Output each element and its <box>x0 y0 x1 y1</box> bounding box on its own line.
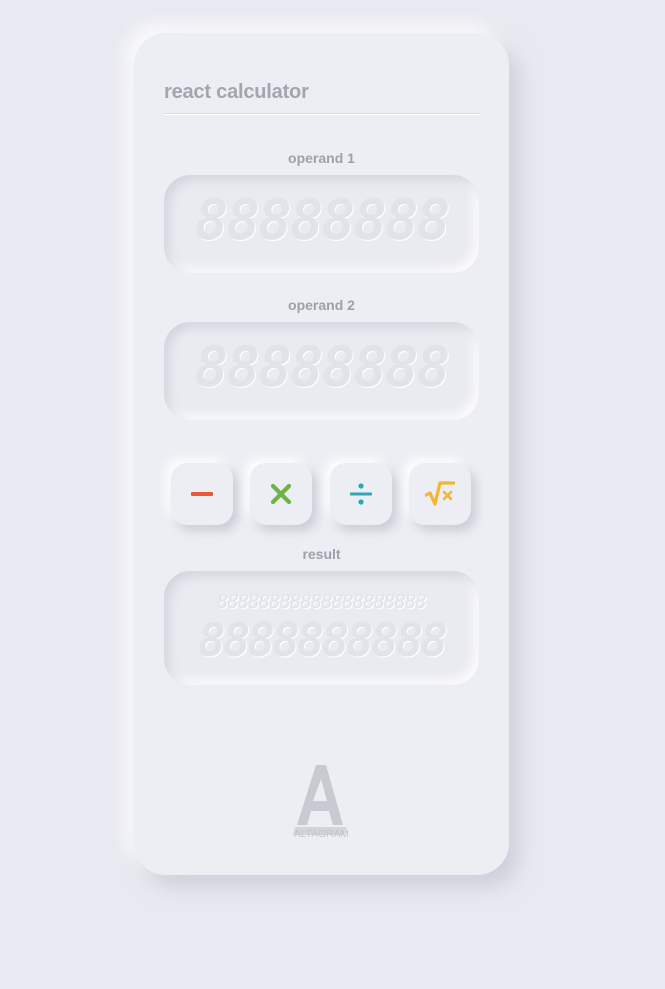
times-icon <box>270 483 292 505</box>
divide-button[interactable] <box>330 463 392 525</box>
square-root-button[interactable] <box>409 463 471 525</box>
result-secondary-value: 88888888888888888888 <box>217 591 427 613</box>
multiply-button[interactable] <box>250 463 312 525</box>
divide-icon <box>350 483 372 505</box>
title-divider <box>164 113 479 114</box>
result-value: 8888888888 <box>198 613 448 667</box>
operand-1-value: 88888888 <box>194 188 451 253</box>
operand-2-label: operand 2 <box>288 297 355 313</box>
operand-1-label: operand 1 <box>288 150 355 166</box>
result-label: result <box>302 546 341 562</box>
sqrt-icon <box>425 481 455 506</box>
result-display: 88888888888888888888 8888888888 <box>164 571 479 685</box>
brand-name: ALTAGRAM <box>293 829 350 840</box>
operand-2-value: 88888888 <box>194 335 451 400</box>
page-title: react calculator <box>164 81 309 103</box>
calculator-card: react calculator operand 1 88888888 oper… <box>134 33 509 875</box>
subtract-button[interactable] <box>171 463 233 525</box>
operand-1-display[interactable]: 88888888 <box>164 175 479 273</box>
minus-icon <box>191 492 213 496</box>
operand-2-display[interactable]: 88888888 <box>164 322 479 420</box>
